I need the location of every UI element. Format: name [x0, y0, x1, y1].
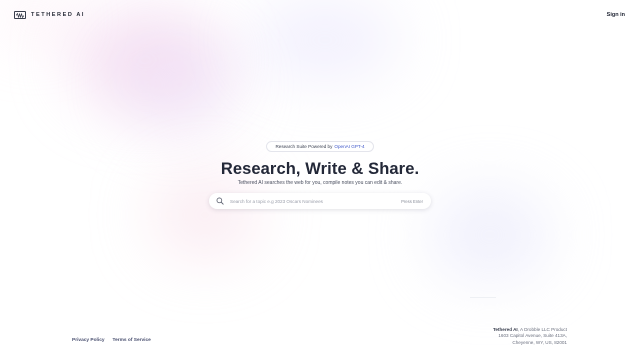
address-line-2: Cheyenne, WY, US, 82001 [512, 339, 567, 345]
sign-in-link[interactable]: Sign in [607, 12, 625, 18]
company-address: Tethered AI, A Drobble LLC Product 1603 … [493, 327, 567, 346]
address-line-1: 1603 Capitol Avenue, Suite 413A, [498, 333, 567, 339]
page-title: Research, Write & Share. [220, 160, 420, 178]
company-tagline: , A Drobble LLC Product [517, 327, 567, 332]
search-input[interactable] [230, 196, 402, 206]
brand-logo[interactable]: TETHERED AI [14, 11, 85, 19]
background-glow [0, 0, 70, 40]
badge-highlight: OpenAI GPT-4 [334, 144, 365, 149]
footer-links: Privacy Policy Terms of Service [72, 338, 151, 343]
company-name: Tethered AI [492, 327, 518, 332]
background-glow [120, 40, 240, 130]
search-icon [216, 197, 224, 205]
privacy-policy-link[interactable]: Privacy Policy [72, 338, 105, 343]
page-subtitle: Tethered AI searches the web for you, co… [237, 180, 403, 186]
terms-of-service-link[interactable]: Terms of Service [113, 338, 151, 343]
search-bar[interactable]: Press Enter [209, 193, 431, 209]
badge-prefix: Research Suite Powered by [275, 144, 333, 149]
powered-by-badge[interactable]: Research Suite Powered by OpenAI GPT-4 [266, 141, 374, 152]
divider [470, 297, 496, 298]
background-glow [250, 0, 400, 80]
background-glow [70, 10, 220, 110]
logo-icon [14, 11, 26, 19]
brand-name: TETHERED AI [31, 12, 86, 18]
background-glow [430, 190, 550, 280]
press-enter-hint: Press Enter [401, 198, 423, 204]
